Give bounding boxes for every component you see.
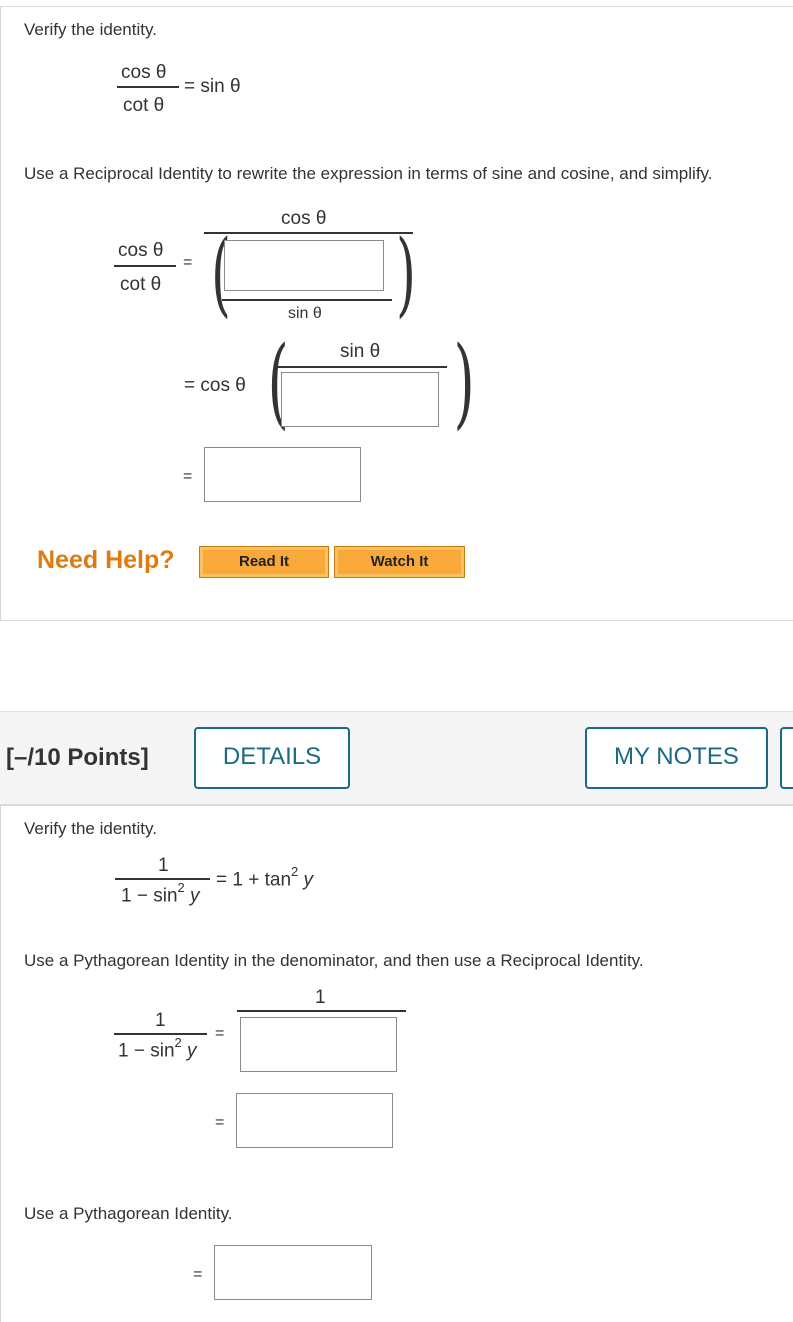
q1-identity-fraction-bar: [117, 86, 179, 88]
q1-instruction: Use a Reciprocal Identity to rewrite the…: [24, 164, 713, 183]
q2-lhs-den-base: 1 − sin: [118, 1040, 175, 1062]
q2-step1-numerator: 1: [315, 987, 326, 1008]
q2-identity-den-base: 1 − sin: [121, 885, 178, 907]
q2-lhs-denominator: 1 − sin2 y: [118, 1035, 197, 1062]
q2-identity-rhs-var: y: [303, 869, 314, 891]
read-it-label: Read It: [238, 553, 289, 570]
q1-answer-box-3[interactable]: [204, 447, 361, 502]
watch-it-label: Watch It: [370, 553, 429, 570]
q2-lhs-fraction-bar: [114, 1033, 207, 1035]
q2-instruction-2: Use a Pythagorean Identity.: [24, 1204, 233, 1223]
q1-equals-1: =: [183, 254, 193, 271]
q1-lhs-denominator: cot θ: [120, 274, 162, 295]
q2-instruction: Use a Pythagorean Identity in the denomi…: [24, 951, 644, 970]
q1-answer-box-1[interactable]: [224, 240, 384, 291]
q1-identity-rhs: = sin θ: [184, 76, 241, 97]
points-label: [–/10 Points]: [6, 744, 149, 771]
q2-step1-fraction-bar: [237, 1010, 406, 1012]
q1-step1-fraction-bar: [204, 232, 413, 234]
q2-identity-denominator: 1 − sin2 y: [121, 880, 200, 907]
details-button[interactable]: DETAILS: [194, 727, 350, 789]
q1-answer-box-2[interactable]: [281, 372, 439, 427]
q1-step2-fraction-bar: [277, 366, 447, 368]
q1-identity-numerator: cos θ: [121, 62, 167, 83]
q2-identity-numerator: 1: [158, 855, 169, 876]
q1-lhs-numerator: cos θ: [118, 240, 164, 261]
q1-step2-numerator: sin θ: [340, 341, 381, 362]
q2-identity-rhs-exp: 2: [291, 864, 299, 879]
q2-identity-rhs: = 1 + tan2 y: [216, 864, 314, 891]
my-notes-button[interactable]: MY NOTES: [585, 727, 768, 789]
q2-equals-2: =: [215, 1114, 225, 1131]
q2-lhs-den-exp: 2: [174, 1035, 182, 1050]
q2-identity-den-var: y: [190, 885, 200, 907]
watch-it-button[interactable]: Watch It: [334, 546, 465, 578]
q2-equals-1: =: [215, 1025, 225, 1042]
q2-equals-3: =: [193, 1266, 203, 1283]
q1-step2-prefix: = cos θ: [184, 375, 246, 396]
q2-identity-fraction-bar: [115, 878, 210, 880]
q2-answer-box-2[interactable]: [236, 1093, 393, 1148]
q1-step1-right-paren: ): [396, 220, 416, 327]
q2-answer-box-3[interactable]: [214, 1245, 372, 1300]
more-button-partial[interactable]: [780, 727, 793, 789]
q1-step1-inner-denominator: sin θ: [288, 305, 322, 322]
q1-lhs-fraction-bar: [114, 265, 176, 267]
q1-equals-3: =: [183, 468, 193, 485]
q1-prompt: Verify the identity.: [24, 20, 157, 39]
q1-step2-right-paren: ): [453, 326, 475, 440]
need-help-label: Need Help?: [37, 546, 175, 574]
read-it-button[interactable]: Read It: [199, 546, 329, 578]
q1-identity-denominator: cot θ: [123, 95, 165, 116]
q2-identity-rhs-base: = 1 + tan: [216, 869, 292, 891]
q2-identity-den-exp: 2: [177, 880, 185, 895]
q2-answer-box-1[interactable]: [240, 1017, 397, 1072]
q1-step1-inner-fraction-bar: [222, 299, 392, 301]
q2-lhs-den-var: y: [187, 1040, 197, 1062]
q1-step1-numerator: cos θ: [281, 208, 327, 229]
q2-prompt: Verify the identity.: [24, 819, 157, 838]
q2-lhs-numerator: 1: [155, 1010, 166, 1031]
